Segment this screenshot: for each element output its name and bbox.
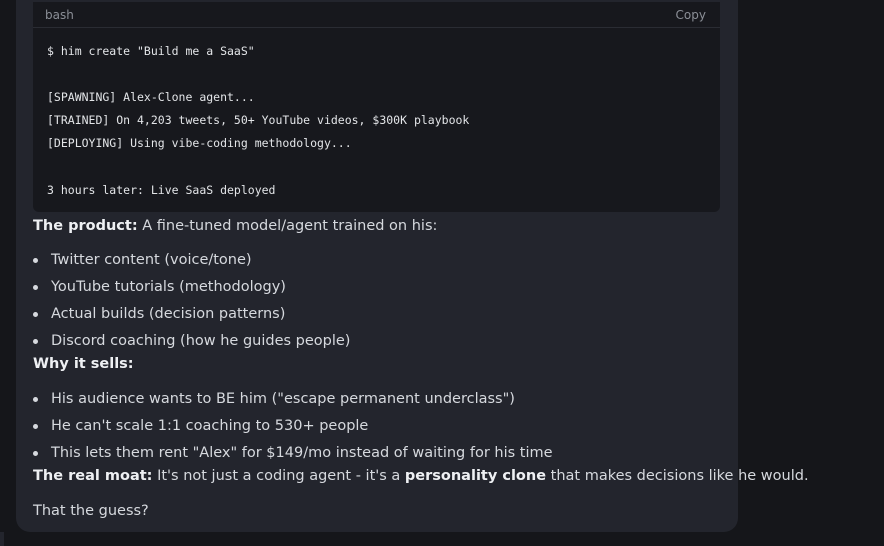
code-language-label: bash <box>45 8 74 22</box>
moat-label: The real moat: <box>33 468 153 484</box>
product-text: A fine-tuned model/agent trained on his: <box>137 218 438 234</box>
moat-paragraph: The real moat: It's not just a coding ag… <box>33 467 809 485</box>
bullet-icon <box>33 312 38 317</box>
moat-text-after: that makes decisions like he would. <box>546 468 809 484</box>
code-line: [DEPLOYING] Using vibe-coding methodolog… <box>47 136 352 150</box>
assistant-message: bash Copy $ him create "Build me a SaaS"… <box>16 0 809 532</box>
why-label: Why it sells: <box>33 356 134 372</box>
bullet-icon <box>33 451 38 456</box>
code-block: bash Copy $ him create "Build me a SaaS"… <box>33 2 720 212</box>
product-label: The product: <box>33 218 138 234</box>
copy-button[interactable]: Copy <box>676 8 706 22</box>
code-line: $ him create "Build me a SaaS" <box>47 44 255 58</box>
code-line: 3 hours later: Live SaaS deployed <box>47 183 276 197</box>
bullet-icon <box>33 258 38 263</box>
bullet-icon <box>33 339 38 344</box>
code-line: [TRAINED] On 4,203 tweets, 50+ YouTube v… <box>47 113 470 127</box>
closing-paragraph: That the guess? <box>33 503 149 519</box>
why-heading: Why it sells: <box>33 355 134 373</box>
bullet-icon <box>33 397 38 402</box>
bullet-icon <box>33 424 38 429</box>
code-line: [SPAWNING] Alex-Clone agent... <box>47 90 255 104</box>
bullet-icon <box>33 285 38 290</box>
code-header: bash Copy <box>33 2 720 28</box>
product-paragraph: The product: A fine-tuned model/agent tr… <box>33 217 437 235</box>
previous-message-edge <box>0 532 4 546</box>
moat-text-before: It's not just a coding agent - it's a <box>152 468 405 484</box>
moat-emphasis: personality clone <box>404 468 547 484</box>
